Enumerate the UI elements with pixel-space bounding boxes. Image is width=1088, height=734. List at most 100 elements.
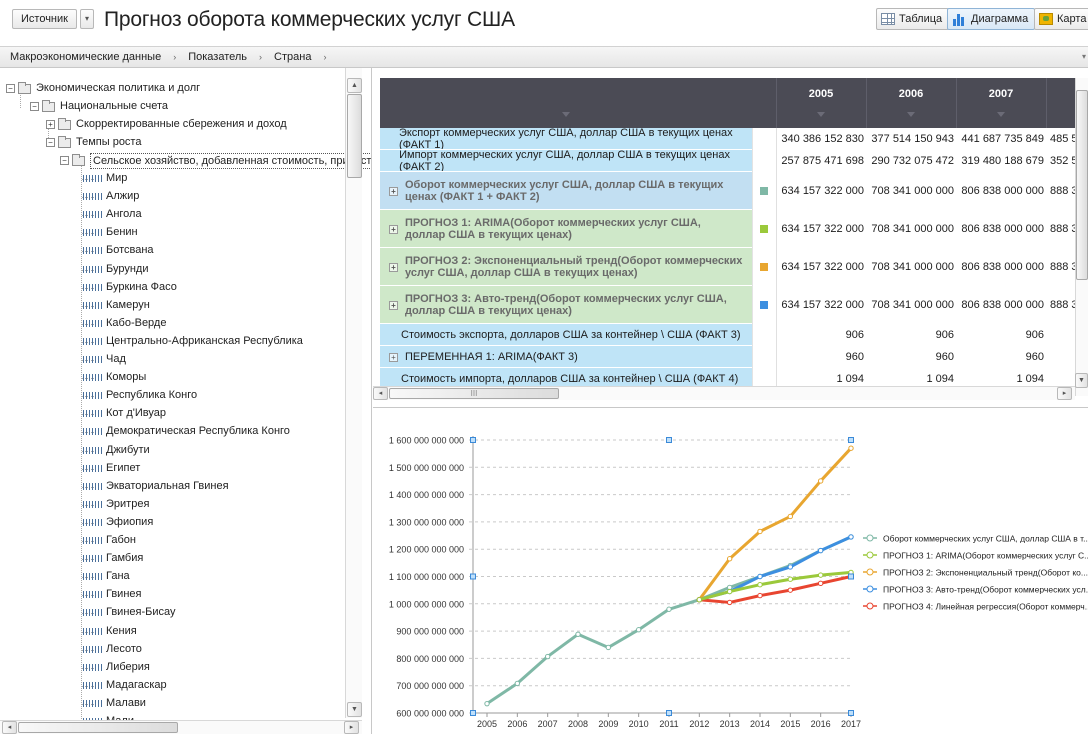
legend-label[interactable]: ПРОГНОЗ 2: Экспоненциальный тренд(Оборот… bbox=[883, 568, 1088, 578]
tree-leaf-country[interactable]: Египет bbox=[83, 460, 140, 477]
scroll-thumb[interactable]: III bbox=[389, 388, 559, 399]
table-cell[interactable]: 806 838 000 000 bbox=[956, 172, 1044, 210]
data-point[interactable] bbox=[575, 631, 581, 637]
scroll-thumb[interactable] bbox=[347, 94, 362, 178]
resize-handle[interactable] bbox=[666, 710, 672, 716]
expand-icon[interactable]: + bbox=[46, 120, 55, 129]
tree-leaf-country[interactable]: Лесото bbox=[83, 641, 142, 658]
table-cell[interactable]: 257 875 471 698 bbox=[776, 150, 864, 172]
tree-leaf-country[interactable]: Гвинея bbox=[83, 586, 141, 603]
tree-leaf-country[interactable]: Гана bbox=[83, 568, 130, 585]
tree-leaf-country[interactable]: Бенин bbox=[83, 224, 138, 241]
table-row[interactable]: Экспорт коммерческих услуг США, доллар С… bbox=[380, 127, 1088, 151]
tree-leaf-country[interactable]: Мир bbox=[83, 170, 127, 187]
source-dropdown-button[interactable]: ▾ bbox=[80, 9, 94, 29]
collapse-icon[interactable]: − bbox=[60, 156, 69, 165]
expand-row-icon[interactable]: + bbox=[389, 300, 398, 310]
data-point[interactable] bbox=[787, 576, 794, 582]
table-cell[interactable]: 708 341 000 000 bbox=[866, 210, 954, 248]
table-cell[interactable]: 960 bbox=[776, 346, 864, 368]
table-cell[interactable]: 708 341 000 000 bbox=[866, 172, 954, 210]
expand-row-icon[interactable]: + bbox=[389, 352, 398, 362]
tree-leaf-country[interactable]: Гвинея-Бисау bbox=[83, 604, 176, 621]
data-point[interactable] bbox=[787, 513, 794, 520]
table-cell[interactable]: 377 514 150 943 bbox=[866, 128, 954, 150]
table-row[interactable]: Стоимость экспорта, долларов США за конт… bbox=[380, 324, 1088, 346]
resize-handle[interactable] bbox=[848, 710, 854, 716]
tree-leaf-country[interactable]: Малави bbox=[83, 695, 146, 712]
data-point[interactable] bbox=[757, 581, 763, 588]
column-header-year[interactable]: 2006 bbox=[866, 88, 956, 100]
scroll-left-icon[interactable]: ◂ bbox=[373, 387, 388, 400]
tree-leaf-country[interactable]: Алжир bbox=[83, 188, 139, 205]
tree-leaf-country[interactable]: Кабо-Верде bbox=[83, 315, 166, 332]
table-cell[interactable]: 634 157 322 000 bbox=[776, 210, 864, 248]
table-cell[interactable]: 906 bbox=[776, 324, 864, 346]
tree-leaf-country[interactable]: Мадагаскар bbox=[83, 677, 167, 694]
resize-handle[interactable] bbox=[470, 437, 476, 443]
scroll-thumb[interactable] bbox=[1076, 90, 1088, 280]
tree-horizontal-scrollbar[interactable]: ◂ ▸ bbox=[0, 720, 362, 734]
expand-row-icon[interactable]: + bbox=[389, 186, 398, 196]
table-cell[interactable]: 806 838 000 000 bbox=[956, 210, 1044, 248]
tree-vertical-scrollbar[interactable]: ▲ ▼ bbox=[345, 68, 362, 718]
tree-leaf-country[interactable]: Габон bbox=[83, 532, 136, 549]
tree-leaf-country[interactable]: Кот д'Ивуар bbox=[83, 405, 166, 422]
data-point[interactable] bbox=[817, 580, 824, 587]
column-header-year[interactable]: 2005 bbox=[776, 88, 866, 100]
tree-leaf-country[interactable]: Ботсвана bbox=[83, 242, 154, 259]
resize-handle[interactable] bbox=[848, 573, 854, 580]
data-point[interactable] bbox=[817, 547, 824, 554]
table-cell[interactable]: 806 838 000 000 bbox=[956, 286, 1044, 324]
tree-leaf-country[interactable]: Демократическая Республика Конго bbox=[83, 423, 290, 440]
source-button[interactable]: Источник bbox=[12, 9, 77, 29]
table-cell[interactable]: 806 838 000 000 bbox=[956, 248, 1044, 286]
legend-label[interactable]: ПРОГНОЗ 3: Авто-тренд(Оборот коммерчески… bbox=[883, 585, 1088, 595]
scroll-thumb[interactable] bbox=[18, 722, 178, 733]
table-cell[interactable]: 960 bbox=[866, 346, 954, 368]
table-row[interactable]: + ПРОГНОЗ 3: Авто-тренд(Оборот коммерческ… bbox=[380, 286, 1088, 324]
table-row[interactable]: + ПРОГНОЗ 2: Экспоненциальный тренд(Оборо… bbox=[380, 248, 1088, 286]
tree-leaf-country[interactable]: Либерия bbox=[83, 659, 150, 676]
data-point[interactable] bbox=[696, 597, 703, 603]
table-cell[interactable]: 906 bbox=[956, 324, 1044, 346]
table-cell[interactable]: 290 732 075 472 bbox=[866, 150, 954, 172]
tree-leaf-country[interactable]: Кения bbox=[83, 623, 137, 640]
resize-handle[interactable] bbox=[848, 437, 854, 443]
data-point[interactable] bbox=[848, 445, 854, 451]
expand-row-icon[interactable]: + bbox=[389, 262, 398, 272]
table-row[interactable]: + ПЕРЕМЕННАЯ 1: ARIMA(ФАКТ 3) 960 960 960 bbox=[380, 346, 1088, 368]
tree-node-economic-policy[interactable]: − Экономическая политика и долг bbox=[6, 80, 200, 97]
table-vertical-scrollbar[interactable]: ▼ bbox=[1075, 78, 1088, 396]
breadcrumb-item-macro[interactable]: Макроэкономические данные bbox=[10, 51, 161, 63]
data-point[interactable] bbox=[726, 599, 733, 606]
resize-handle[interactable] bbox=[470, 573, 476, 580]
data-point[interactable] bbox=[484, 700, 490, 707]
tree-node-adjusted-savings[interactable]: + Скорректированные сбережения и доход bbox=[46, 116, 287, 133]
legend-label[interactable]: ПРОГНОЗ 4: Линейная регрессия(Оборот ком… bbox=[883, 602, 1088, 612]
tree-leaf-country[interactable]: Эритрея bbox=[83, 496, 149, 513]
expand-row-icon[interactable]: + bbox=[389, 224, 398, 234]
data-point[interactable] bbox=[726, 588, 733, 595]
tree-node-growth-rates[interactable]: − Темпы роста bbox=[46, 134, 141, 151]
table-cell[interactable]: 340 386 152 830 bbox=[776, 128, 864, 150]
tree-node-agriculture[interactable]: − Сельское хозяйство, добавленная стоимо… bbox=[60, 152, 371, 169]
breadcrumb-menu-chevron-icon[interactable]: ▾ bbox=[1082, 52, 1086, 61]
tree-leaf-country[interactable]: Джибути bbox=[83, 442, 150, 459]
table-cell[interactable]: 634 157 322 000 bbox=[776, 286, 864, 324]
data-point[interactable] bbox=[605, 644, 612, 651]
data-point[interactable] bbox=[787, 564, 794, 570]
data-point[interactable] bbox=[757, 573, 763, 580]
table-row[interactable]: + ПРОГНОЗ 1: ARIMA(Оборот коммерческих ус… bbox=[380, 210, 1088, 248]
tree-leaf-country[interactable]: Республика Конго bbox=[83, 387, 197, 404]
tree-leaf-country[interactable]: Чад bbox=[83, 351, 126, 368]
scroll-down-icon[interactable]: ▼ bbox=[347, 702, 362, 717]
scroll-right-icon[interactable]: ▸ bbox=[344, 721, 359, 734]
data-point[interactable] bbox=[544, 653, 551, 660]
data-point[interactable] bbox=[817, 572, 824, 578]
data-point[interactable] bbox=[726, 556, 733, 562]
table-cell[interactable]: 708 341 000 000 bbox=[866, 286, 954, 324]
table-row[interactable]: + Оборот коммерческих услуг США, доллар С… bbox=[380, 172, 1088, 210]
scroll-right-icon[interactable]: ▸ bbox=[1057, 387, 1072, 400]
data-point[interactable] bbox=[757, 528, 763, 535]
